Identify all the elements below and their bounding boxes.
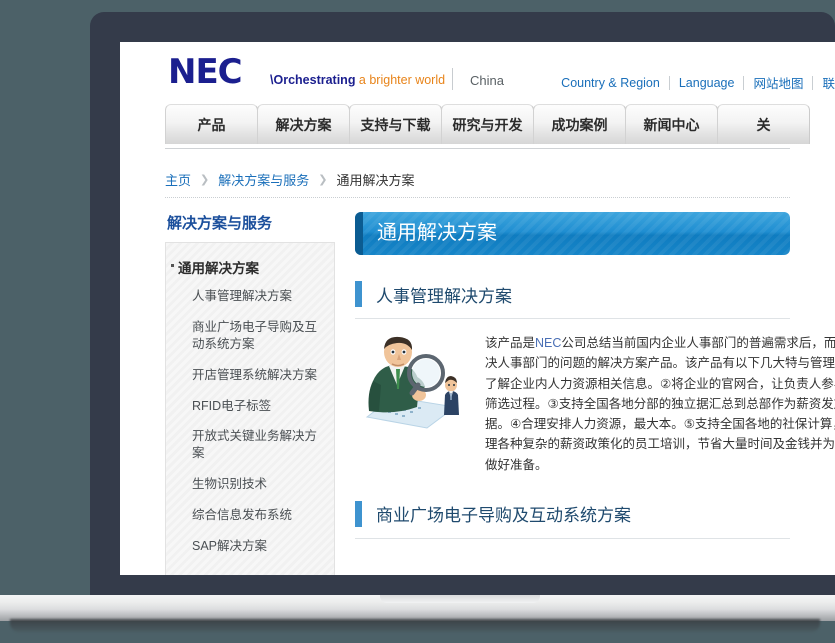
section-body-hr: 该产品是NEC公司总结当前国内企业人事部门的普遍需求后，而有效解决人事部门的问题… bbox=[355, 333, 790, 475]
util-link-language[interactable]: Language bbox=[679, 76, 735, 90]
content-row: 解决方案与服务 通用解决方案 人事管理解决方案 商业广场电子导购及互动系统方案 … bbox=[165, 212, 790, 575]
chevron-right-icon: ❯ bbox=[200, 173, 209, 186]
header-divider bbox=[452, 68, 453, 90]
sidebar-item-open-business[interactable]: 开放式关键业务解决方案 bbox=[166, 421, 334, 469]
sidebar-item-info-publishing[interactable]: 综合信息发布系统 bbox=[166, 500, 334, 531]
sidebar-item-rfid[interactable]: RFID电子标签 bbox=[166, 391, 334, 422]
sidebar-menu: 通用解决方案 人事管理解决方案 商业广场电子导购及互动系统方案 开店管理系统解决… bbox=[165, 242, 335, 575]
sidebar-item-sap[interactable]: SAP解决方案 bbox=[166, 531, 334, 562]
sidebar-title: 解决方案与服务 bbox=[167, 212, 335, 233]
paragraph-brand: NEC bbox=[535, 336, 561, 350]
tagline-rest: a brighter world bbox=[355, 73, 445, 87]
nav-item-research[interactable]: 研究与开发 bbox=[441, 104, 534, 144]
nav-item-cases[interactable]: 成功案例 bbox=[533, 104, 626, 144]
section-paragraph: 该产品是NEC公司总结当前国内企业人事部门的普遍需求后，而有效解决人事部门的问题… bbox=[485, 333, 835, 475]
browser-viewport: NEC \Orchestrating a brighter world Chin… bbox=[120, 42, 835, 575]
hr-solution-illustration bbox=[363, 333, 471, 433]
sidebar-item-hr-management[interactable]: 人事管理解决方案 bbox=[166, 281, 334, 312]
util-link-sitemap[interactable]: 网站地图 bbox=[753, 73, 803, 92]
section-title: 人事管理解决方案 bbox=[376, 282, 512, 307]
main-navigation: 产品 解决方案 支持与下载 研究与开发 成功案例 新闻中心 关 bbox=[165, 104, 790, 149]
paragraph-lead: 该产品是 bbox=[485, 336, 535, 350]
region-label: China bbox=[470, 73, 504, 88]
section-accent-bar bbox=[355, 281, 362, 307]
sidebar-item-store-mgmt[interactable]: 开店管理系统解决方案 bbox=[166, 360, 334, 391]
util-sep bbox=[669, 76, 670, 90]
chevron-right-icon: ❯ bbox=[318, 173, 327, 186]
util-link-country-region[interactable]: Country & Region bbox=[561, 76, 660, 90]
breadcrumb: 主页 ❯ 解决方案与服务 ❯ 通用解决方案 bbox=[165, 161, 790, 198]
sidebar: 解决方案与服务 通用解决方案 人事管理解决方案 商业广场电子导购及互动系统方案 … bbox=[165, 212, 335, 575]
section-title: 商业广场电子导购及互动系统方案 bbox=[376, 501, 631, 526]
nav-item-solutions[interactable]: 解决方案 bbox=[257, 104, 350, 144]
laptop-shadow bbox=[10, 619, 820, 632]
nec-logo[interactable]: NEC bbox=[168, 52, 242, 92]
main-content: 通用解决方案 人事管理解决方案 bbox=[355, 212, 790, 575]
section-divider bbox=[355, 318, 790, 319]
page-title-banner: 通用解决方案 bbox=[355, 212, 790, 255]
util-sep bbox=[812, 76, 813, 90]
nav-item-support[interactable]: 支持与下载 bbox=[349, 104, 442, 144]
section-divider bbox=[355, 538, 790, 539]
sidebar-item-biometrics[interactable]: 生物识别技术 bbox=[166, 469, 334, 500]
section-header-hr: 人事管理解决方案 bbox=[355, 281, 790, 307]
util-sep bbox=[743, 76, 744, 90]
sidebar-item-mall-eguide[interactable]: 商业广场电子导购及互动系统方案 bbox=[166, 312, 334, 360]
site-header: NEC \Orchestrating a brighter world Chin… bbox=[120, 42, 835, 104]
section-header-mall: 商业广场电子导购及互动系统方案 bbox=[355, 501, 790, 527]
nav-item-news[interactable]: 新闻中心 bbox=[625, 104, 718, 144]
utility-nav: Country & Region Language 网站地图 联 bbox=[561, 73, 835, 92]
breadcrumb-item-solutions[interactable]: 解决方案与服务 bbox=[218, 170, 309, 189]
tagline-bold: Orchestrating bbox=[273, 73, 355, 87]
nav-item-products[interactable]: 产品 bbox=[165, 104, 258, 144]
paragraph-rest: 公司总结当前国内企业人事部门的普遍需求后，而有效解决人事部门的问题的解决方案产品… bbox=[485, 336, 835, 472]
util-link-contact[interactable]: 联 bbox=[822, 73, 835, 92]
laptop-trackpad-notch bbox=[380, 595, 540, 603]
breadcrumb-current: 通用解决方案 bbox=[336, 170, 414, 189]
brand-tagline: \Orchestrating a brighter world bbox=[270, 73, 445, 87]
section-accent-bar bbox=[355, 501, 362, 527]
nav-item-about[interactable]: 关 bbox=[717, 104, 810, 144]
sidebar-item-general-solutions[interactable]: 通用解决方案 bbox=[166, 253, 334, 281]
breadcrumb-item-home[interactable]: 主页 bbox=[165, 170, 191, 189]
